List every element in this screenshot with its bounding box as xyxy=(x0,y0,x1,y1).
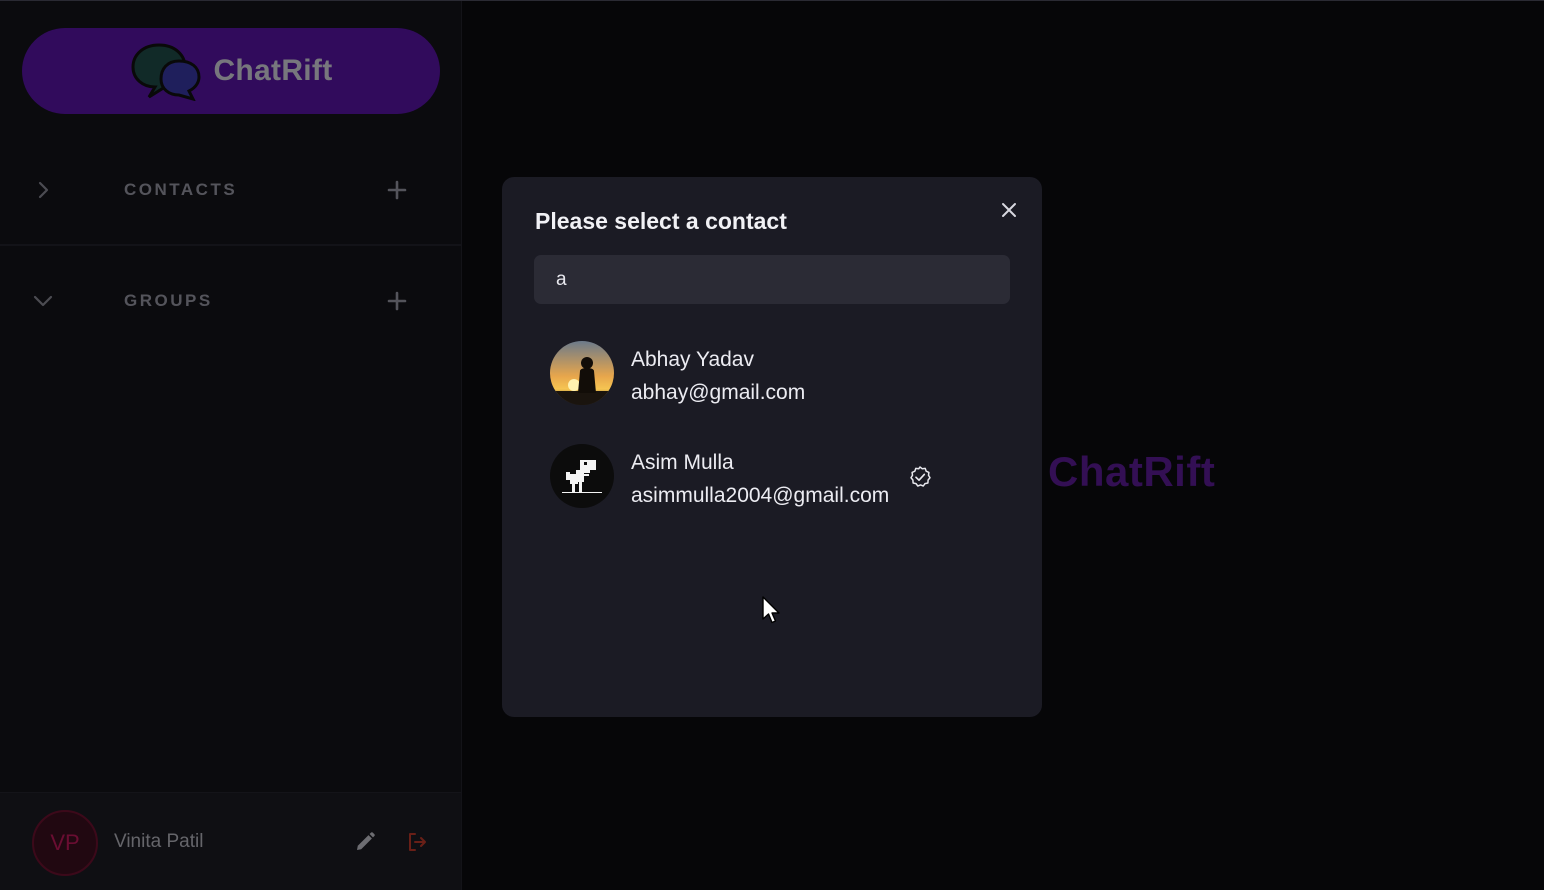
search-input[interactable] xyxy=(534,255,1010,304)
contact-item-abhay[interactable]: Abhay Yadav abhay@gmail.com xyxy=(550,340,990,410)
contact-email: asimmulla2004@gmail.com xyxy=(631,484,890,507)
modal-title: Please select a contact xyxy=(535,208,787,234)
selected-check-icon xyxy=(908,465,932,489)
mouse-cursor-icon xyxy=(762,596,782,626)
contact-avatar xyxy=(550,341,614,405)
app-window: ChatRift CONTACTS GROUPS VP Vinita Patil xyxy=(0,0,1544,890)
contact-name: Asim Mulla xyxy=(631,451,734,474)
contact-email: abhay@gmail.com xyxy=(631,381,806,404)
close-icon[interactable] xyxy=(996,197,1022,223)
contact-item-asim[interactable]: Asim Mulla asimmulla2004@gmail.com xyxy=(550,443,990,513)
contact-avatar xyxy=(550,444,614,508)
select-contact-modal: Please select a contact a Abhay Yadav ab… xyxy=(502,177,1042,717)
contact-name: Abhay Yadav xyxy=(631,348,754,371)
